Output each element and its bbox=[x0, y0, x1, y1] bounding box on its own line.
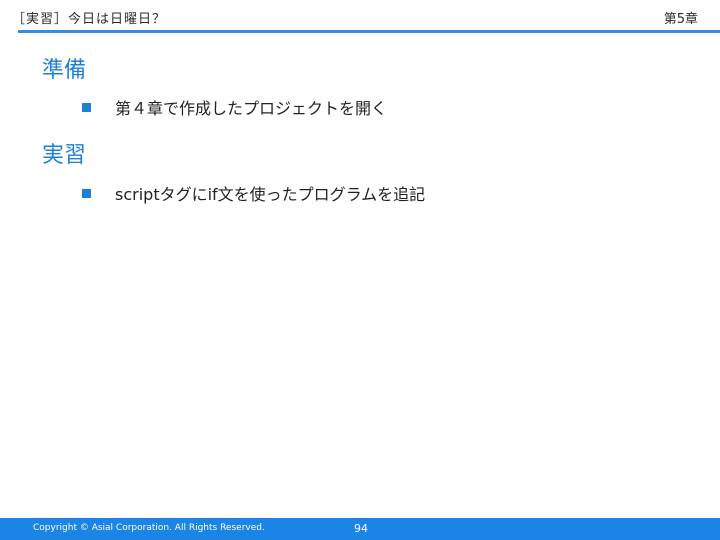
square-bullet-icon bbox=[82, 102, 91, 112]
bullet-text: 第４章で作成したプロジェクトを開く bbox=[115, 99, 388, 118]
square-bullet-icon bbox=[82, 188, 91, 198]
slide-title: ［実習］今日は日曜日？ bbox=[12, 12, 167, 27]
list-item: scriptタグにif文を使ったプログラムを追記 bbox=[82, 182, 425, 204]
bullet-text: scriptタグにif文を使ったプログラムを追記 bbox=[115, 185, 426, 204]
chapter-label: 第5章 bbox=[663, 12, 698, 27]
copyright-text: Copyright © Asial Corporation. All Right… bbox=[33, 523, 265, 533]
page-number: 94 bbox=[354, 522, 368, 535]
header-divider bbox=[18, 30, 720, 33]
section-heading-exercise: 実習 bbox=[42, 143, 87, 168]
footer-bar: Copyright © Asial Corporation. All Right… bbox=[0, 518, 720, 540]
section-heading-preparation: 準備 bbox=[42, 58, 87, 83]
list-item: 第４章で作成したプロジェクトを開く bbox=[82, 96, 387, 118]
